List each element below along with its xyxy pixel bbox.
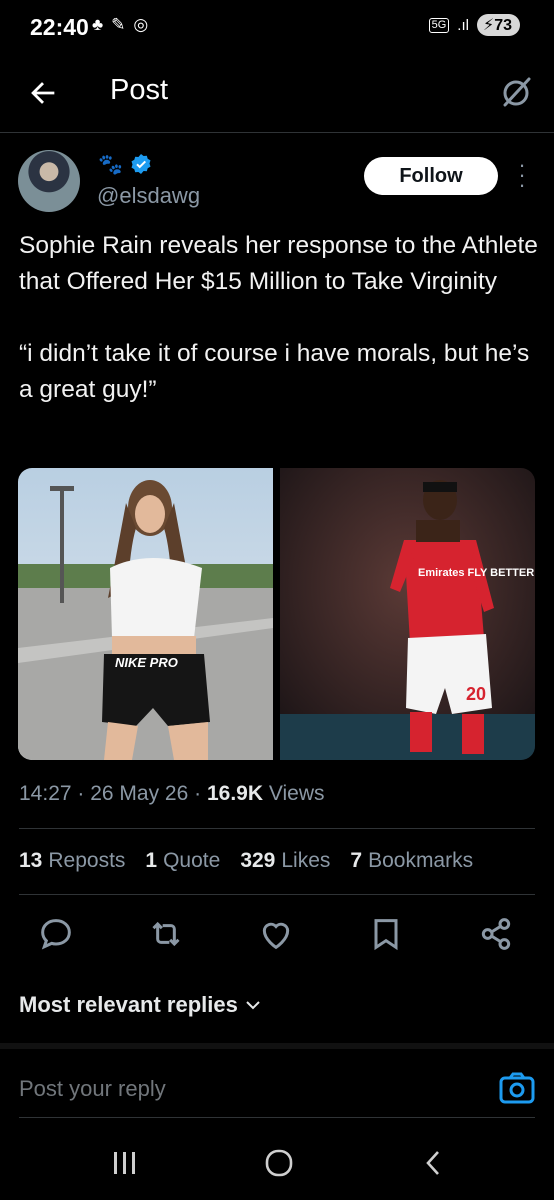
reply-icon[interactable] (36, 914, 76, 954)
author-emoji: 🐾 (98, 154, 123, 176)
meta-divider (19, 828, 535, 829)
author-handle[interactable]: @elsdawg (97, 183, 200, 209)
post-image-2[interactable]: Emirates FLY BETTER 20 (280, 468, 535, 760)
like-icon[interactable] (256, 914, 296, 954)
post-date: 26 May 26 (90, 782, 189, 805)
image1-caption: NIKE PRO (115, 655, 178, 670)
views-label: Views (268, 782, 325, 805)
share-icon[interactable] (476, 914, 516, 954)
bookmarks-stat[interactable]: 7 Bookmarks (350, 849, 473, 873)
tweet-text: Sophie Rain reveals her response to the … (19, 232, 538, 403)
page-title: Post (110, 74, 169, 106)
action-bar (0, 914, 554, 954)
quote-stat[interactable]: 1 Quote (145, 849, 220, 873)
post-stats: 13 Reposts 1 Quote 329 Likes 7 Bookmarks (19, 849, 473, 873)
replies-sort-button[interactable]: Most relevant replies (19, 992, 238, 1018)
repost-icon[interactable] (146, 914, 186, 954)
likes-stat[interactable]: 329 Likes (240, 849, 330, 873)
image2-number: 20 (466, 684, 486, 704)
avatar[interactable] (18, 150, 80, 212)
status-notification-icons: ♣ ✎ ◎ (92, 15, 148, 35)
back-arrow-icon[interactable] (26, 76, 60, 110)
recents-icon[interactable] (104, 1148, 144, 1178)
network-badge: 5G (428, 17, 450, 33)
system-nav-bar (0, 1118, 554, 1200)
views-count: 16.9K (206, 782, 264, 805)
chevron-down-icon[interactable] (244, 996, 262, 1014)
stats-divider (19, 894, 535, 895)
nav-back-icon[interactable] (414, 1148, 454, 1178)
reply-input[interactable]: Post your reply (19, 1076, 166, 1102)
edit-icon: ✎ (111, 15, 126, 34)
follow-button[interactable]: Follow (364, 157, 498, 195)
status-time: 22:40 (30, 14, 89, 40)
grok-icon[interactable] (498, 74, 534, 110)
more-icon[interactable]: · · · (516, 154, 528, 196)
notification-icon: ♣ (92, 15, 104, 34)
verified-icon (131, 154, 151, 174)
header-divider (0, 132, 554, 133)
reposts-stat[interactable]: 13 Reposts (19, 849, 125, 873)
post-image-1[interactable]: NIKE PRO (18, 468, 273, 760)
post-time: 14:27 (19, 782, 72, 805)
bookmark-icon[interactable] (366, 914, 406, 954)
battery-badge: ⚡73 (476, 14, 520, 36)
status-bar: 22:40 ♣ ✎ ◎ 5G .ıl ⚡73 (0, 0, 554, 60)
camera-icon[interactable] (498, 1071, 536, 1105)
post-meta: 14:27 · 26 May 26 · 16.9K Views (19, 782, 325, 805)
image2-caption: Emirates FLY BETTER (418, 567, 534, 579)
status-right: 5G .ıl ⚡73 (428, 14, 520, 36)
section-divider (0, 1043, 554, 1049)
instagram-icon: ◎ (133, 15, 149, 34)
signal-icon: .ıl (457, 16, 469, 34)
home-icon[interactable] (258, 1148, 298, 1178)
